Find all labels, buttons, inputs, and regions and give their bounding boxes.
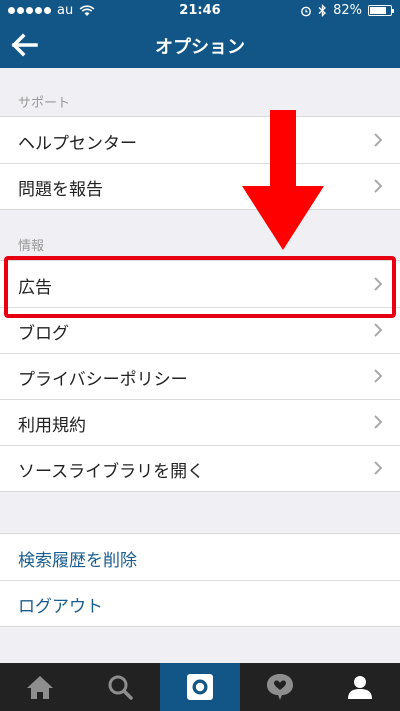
ads-item[interactable]: 広告 <box>0 261 400 307</box>
battery-icon <box>368 5 394 16</box>
tab-bar <box>0 663 400 711</box>
chevron-right-icon <box>374 369 383 383</box>
open-source-libraries-label: ソースライブラリを開く <box>18 462 205 482</box>
terms-item[interactable]: 利用規約 <box>0 399 400 445</box>
privacy-policy-item[interactable]: プライバシーポリシー <box>0 353 400 399</box>
help-center-item[interactable]: ヘルプセンター <box>0 117 400 163</box>
chevron-right-icon <box>374 277 383 291</box>
tab-camera[interactable] <box>160 663 240 711</box>
nav-bar: オプション <box>0 22 400 68</box>
tab-home[interactable] <box>0 663 80 711</box>
open-source-libraries-item[interactable]: ソースライブラリを開く <box>0 445 400 491</box>
status-bar: au 21:46 82% <box>0 0 400 22</box>
bluetooth-icon <box>318 4 327 17</box>
help-center-label: ヘルプセンター <box>18 134 137 154</box>
clear-search-history-item[interactable]: 検索履歴を削除 <box>0 534 400 580</box>
support-group: ヘルプセンター 問題を報告 <box>0 116 400 210</box>
section-header-support: サポート <box>18 96 71 111</box>
chevron-right-icon <box>374 323 383 337</box>
chevron-right-icon <box>374 133 383 147</box>
home-icon <box>27 676 53 699</box>
blog-item[interactable]: ブログ <box>0 307 400 353</box>
chevron-right-icon <box>374 179 383 193</box>
section-header-info: 情報 <box>18 239 45 254</box>
down-arrow-annotation <box>242 110 324 250</box>
clear-search-history-label: 検索履歴を削除 <box>18 551 137 571</box>
terms-label: 利用規約 <box>18 416 86 436</box>
account-actions-group: 検索履歴を削除 ログアウト <box>0 533 400 627</box>
report-problem-item[interactable]: 問題を報告 <box>0 163 400 209</box>
privacy-policy-label: プライバシーポリシー <box>18 370 188 390</box>
report-problem-label: 問題を報告 <box>18 180 103 200</box>
chevron-right-icon <box>374 415 383 429</box>
blog-label: ブログ <box>18 324 69 344</box>
alarm-icon <box>301 6 311 16</box>
info-group: 広告 ブログ プライバシーポリシー 利用規約 ソースライブラリを開く <box>0 260 400 492</box>
logout-label: ログアウト <box>18 597 103 617</box>
tab-profile[interactable] <box>320 663 400 711</box>
logout-item[interactable]: ログアウト <box>0 580 400 626</box>
chevron-right-icon <box>374 461 383 475</box>
profile-icon <box>348 676 372 699</box>
tab-search[interactable] <box>80 663 160 711</box>
activity-heart-icon <box>267 674 293 700</box>
page-title: オプション <box>155 37 245 58</box>
ads-label: 広告 <box>18 278 52 298</box>
tab-activity[interactable] <box>240 663 320 711</box>
battery-percent: 82% <box>333 3 362 18</box>
camera-icon <box>187 674 213 700</box>
search-icon <box>108 675 133 700</box>
